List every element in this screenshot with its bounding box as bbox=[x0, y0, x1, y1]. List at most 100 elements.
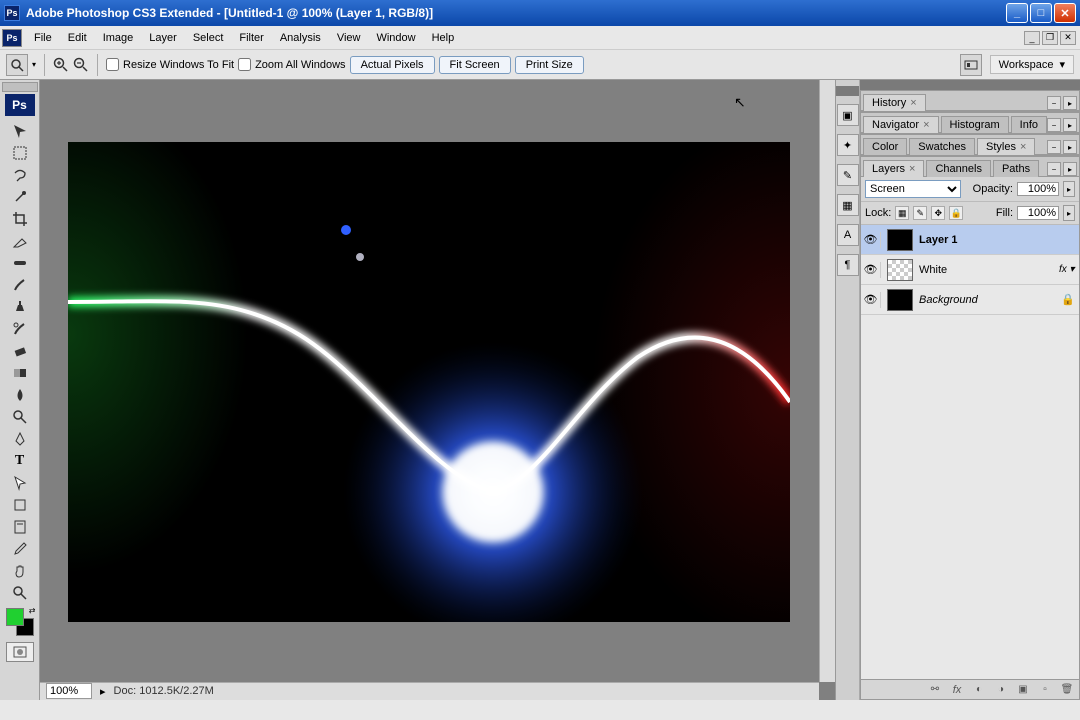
fx-badge-icon[interactable]: fx ▾ bbox=[1059, 263, 1075, 277]
dock-icon-brushes[interactable]: ✎ bbox=[837, 164, 859, 186]
dock-icon-paragraph[interactable]: ¶ bbox=[837, 254, 859, 276]
dock-icon-1[interactable]: ▣ bbox=[837, 104, 859, 126]
minimize-button[interactable]: _ bbox=[1006, 3, 1028, 23]
menu-help[interactable]: Help bbox=[424, 28, 463, 48]
blend-mode-select[interactable]: Screen bbox=[865, 180, 961, 198]
link-layers-icon[interactable]: ⚯ bbox=[927, 683, 943, 697]
tab-swatches[interactable]: Swatches bbox=[909, 138, 975, 155]
zoom-level-field[interactable] bbox=[46, 683, 92, 699]
close-icon[interactable]: × bbox=[909, 163, 915, 175]
adjustment-icon[interactable]: ◑ bbox=[993, 683, 1009, 697]
zoom-all-checkbox[interactable]: Zoom All Windows bbox=[238, 58, 345, 71]
tab-color[interactable]: Color bbox=[863, 138, 907, 155]
magic-wand-tool[interactable] bbox=[6, 186, 34, 208]
panel-collapse-icon[interactable]: − bbox=[1047, 140, 1061, 154]
panel-menu-icon[interactable]: ▸ bbox=[1063, 96, 1077, 110]
tab-navigator[interactable]: Navigator× bbox=[863, 116, 939, 133]
path-selection-tool[interactable] bbox=[6, 472, 34, 494]
doc-restore-button[interactable]: ❐ bbox=[1042, 31, 1058, 45]
tab-layers[interactable]: Layers× bbox=[863, 160, 924, 177]
close-icon[interactable]: × bbox=[910, 97, 916, 109]
panel-menu-icon[interactable]: ▸ bbox=[1063, 162, 1077, 176]
slice-tool[interactable] bbox=[6, 230, 34, 252]
dodge-tool[interactable] bbox=[6, 406, 34, 428]
panel-collapse-icon[interactable]: − bbox=[1047, 118, 1061, 132]
menu-image[interactable]: Image bbox=[95, 28, 142, 48]
type-tool[interactable]: T bbox=[6, 450, 34, 472]
horizontal-scrollbar[interactable]: ▸ Doc: 1012.5K/2.27M bbox=[40, 682, 819, 700]
gradient-tool[interactable] bbox=[6, 362, 34, 384]
eyedropper-tool[interactable] bbox=[6, 538, 34, 560]
eraser-tool[interactable] bbox=[6, 340, 34, 362]
pen-tool[interactable] bbox=[6, 428, 34, 450]
layer-row[interactable]: 👁 Layer 1 bbox=[861, 225, 1079, 255]
opacity-field[interactable] bbox=[1017, 182, 1059, 196]
visibility-eye-icon[interactable]: 👁 bbox=[865, 232, 881, 248]
dock-icon-clone[interactable]: ▦ bbox=[837, 194, 859, 216]
trash-icon[interactable]: 🗑 bbox=[1059, 683, 1075, 697]
hand-tool[interactable] bbox=[6, 560, 34, 582]
visibility-eye-icon[interactable]: 👁 bbox=[865, 292, 881, 308]
visibility-eye-icon[interactable]: 👁 bbox=[865, 262, 881, 278]
doc-minimize-button[interactable]: _ bbox=[1024, 31, 1040, 45]
panel-menu-icon[interactable]: ▸ bbox=[1063, 140, 1077, 154]
maximize-button[interactable]: □ bbox=[1030, 3, 1052, 23]
crop-tool[interactable] bbox=[6, 208, 34, 230]
shape-tool[interactable] bbox=[6, 494, 34, 516]
tool-preset-dropdown-icon[interactable]: ▾ bbox=[32, 60, 36, 69]
workspace-dropdown[interactable]: Workspace ▾ bbox=[990, 55, 1074, 74]
lock-all-icon[interactable]: 🔒 bbox=[949, 206, 963, 220]
lasso-tool[interactable] bbox=[6, 164, 34, 186]
zoom-tool[interactable] bbox=[6, 582, 34, 604]
layer-name[interactable]: Background bbox=[919, 294, 978, 306]
menu-file[interactable]: File bbox=[26, 28, 60, 48]
zoom-out-icon[interactable] bbox=[73, 57, 89, 73]
clone-stamp-tool[interactable] bbox=[6, 296, 34, 318]
lock-pixels-icon[interactable]: ✎ bbox=[913, 206, 927, 220]
opacity-flyout-icon[interactable]: ▸ bbox=[1063, 181, 1075, 197]
menu-select[interactable]: Select bbox=[185, 28, 232, 48]
move-tool[interactable] bbox=[6, 120, 34, 142]
mask-icon[interactable]: ◐ bbox=[971, 683, 987, 697]
doc-close-button[interactable]: ✕ bbox=[1060, 31, 1076, 45]
toolbox-handle[interactable] bbox=[2, 82, 38, 92]
fill-flyout-icon[interactable]: ▸ bbox=[1063, 205, 1075, 221]
menu-window[interactable]: Window bbox=[368, 28, 423, 48]
dock-icon-character[interactable]: A bbox=[837, 224, 859, 246]
blur-tool[interactable] bbox=[6, 384, 34, 406]
new-layer-icon[interactable]: ▫ bbox=[1037, 683, 1053, 697]
close-icon[interactable]: × bbox=[923, 119, 929, 131]
tab-histogram[interactable]: Histogram bbox=[941, 116, 1009, 133]
menu-view[interactable]: View bbox=[329, 28, 369, 48]
notes-tool[interactable] bbox=[6, 516, 34, 538]
foreground-color-swatch[interactable] bbox=[6, 608, 24, 626]
quick-mask-toggle[interactable] bbox=[6, 642, 34, 662]
resize-windows-checkbox[interactable]: Resize Windows To Fit bbox=[106, 58, 234, 71]
layer-row[interactable]: 👁 Background 🔒 bbox=[861, 285, 1079, 315]
canvas[interactable] bbox=[68, 142, 790, 622]
layer-thumbnail[interactable] bbox=[887, 289, 913, 311]
doc-size-icon[interactable]: ▸ bbox=[100, 685, 106, 698]
tab-styles[interactable]: Styles× bbox=[977, 138, 1035, 155]
current-tool-icon[interactable] bbox=[6, 54, 28, 76]
zoom-in-icon[interactable] bbox=[53, 57, 69, 73]
lock-position-icon[interactable]: ✥ bbox=[931, 206, 945, 220]
fill-field[interactable] bbox=[1017, 206, 1059, 220]
swap-colors-icon[interactable]: ⇄ bbox=[29, 606, 36, 615]
group-icon[interactable]: ▣ bbox=[1015, 683, 1031, 697]
lock-transparency-icon[interactable]: ▦ bbox=[895, 206, 909, 220]
layer-thumbnail[interactable] bbox=[887, 259, 913, 281]
dock-handle[interactable] bbox=[836, 86, 859, 96]
menu-layer[interactable]: Layer bbox=[141, 28, 185, 48]
fit-screen-button[interactable]: Fit Screen bbox=[439, 56, 511, 74]
healing-brush-tool[interactable] bbox=[6, 252, 34, 274]
vertical-scrollbar[interactable] bbox=[819, 80, 835, 682]
fx-icon[interactable]: fx bbox=[949, 683, 965, 697]
menu-edit[interactable]: Edit bbox=[60, 28, 95, 48]
ps-menu-icon[interactable]: Ps bbox=[2, 29, 22, 47]
tab-info[interactable]: Info bbox=[1011, 116, 1047, 133]
panel-collapse-icon[interactable]: − bbox=[1047, 96, 1061, 110]
bridge-icon[interactable] bbox=[960, 54, 982, 76]
tab-paths[interactable]: Paths bbox=[993, 160, 1039, 177]
menu-filter[interactable]: Filter bbox=[231, 28, 271, 48]
